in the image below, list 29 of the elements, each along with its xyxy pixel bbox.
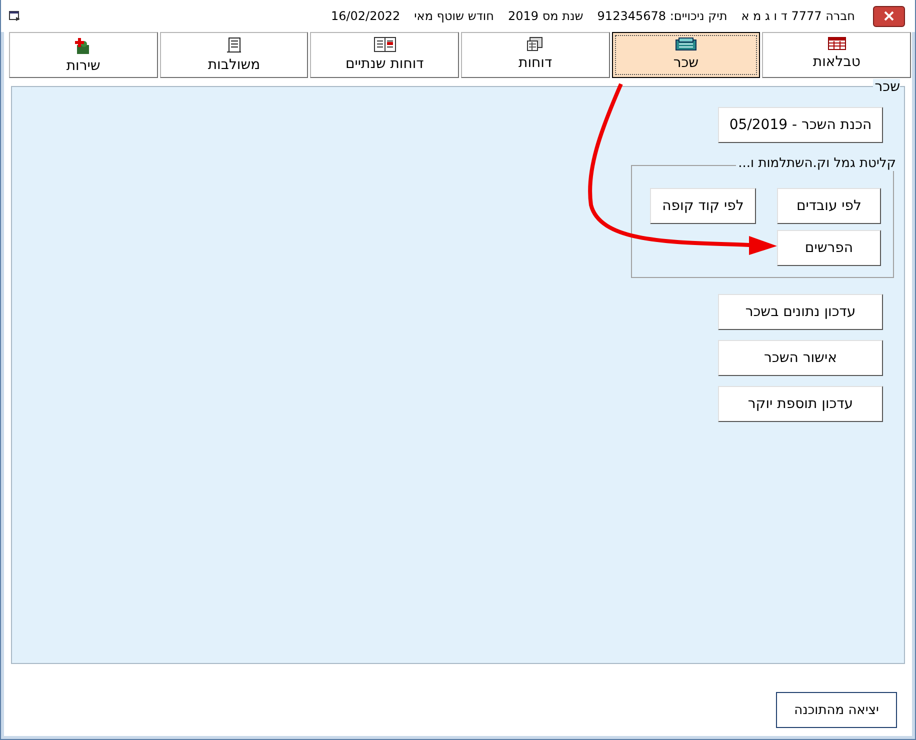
- register-icon: [675, 37, 697, 51]
- action-button[interactable]: אישור השכר: [718, 340, 883, 376]
- action-button[interactable]: עדכון תוספת יוקר: [718, 386, 883, 422]
- window-title: תיק ניכויים: 912345678: [597, 9, 728, 23]
- close-icon: [884, 11, 894, 21]
- tab[interactable]: שכר: [612, 32, 760, 78]
- window-title: חודש שוטף מאי: [414, 9, 494, 23]
- table-icon: [828, 37, 846, 50]
- group-title: קליטת גמל וק.השתלמות ו...: [736, 156, 896, 171]
- app-icon: [9, 10, 21, 22]
- document-icon: [374, 37, 396, 52]
- tab[interactable]: דוחות שנתיים: [310, 32, 459, 78]
- prepare-payroll-button[interactable]: הכנת השכר - 05/2019: [718, 107, 883, 143]
- action-button[interactable]: לפי קוד קופה: [650, 188, 756, 224]
- window-title: חברה 7777 ד ו ג מ א: [741, 9, 855, 23]
- action-button[interactable]: לפי עובדים: [777, 188, 881, 224]
- close-button[interactable]: [873, 6, 905, 26]
- window-title: שנת מס 2019: [508, 9, 584, 23]
- exit-button[interactable]: יציאה מהתוכנה: [776, 692, 897, 728]
- action-button[interactable]: עדכון נתונים בשכר: [718, 294, 883, 330]
- building-icon: [226, 37, 242, 53]
- action-button[interactable]: הפרשים: [777, 230, 881, 266]
- first-aid-icon: [75, 37, 92, 54]
- tab[interactable]: דוחות: [460, 32, 610, 78]
- tab[interactable]: טבלאות: [762, 32, 911, 78]
- calculator-icon: [527, 37, 544, 51]
- tab[interactable]: שירות: [8, 32, 158, 78]
- tab[interactable]: משולבות: [160, 32, 308, 78]
- window-title: 16/02/2022: [330, 9, 400, 23]
